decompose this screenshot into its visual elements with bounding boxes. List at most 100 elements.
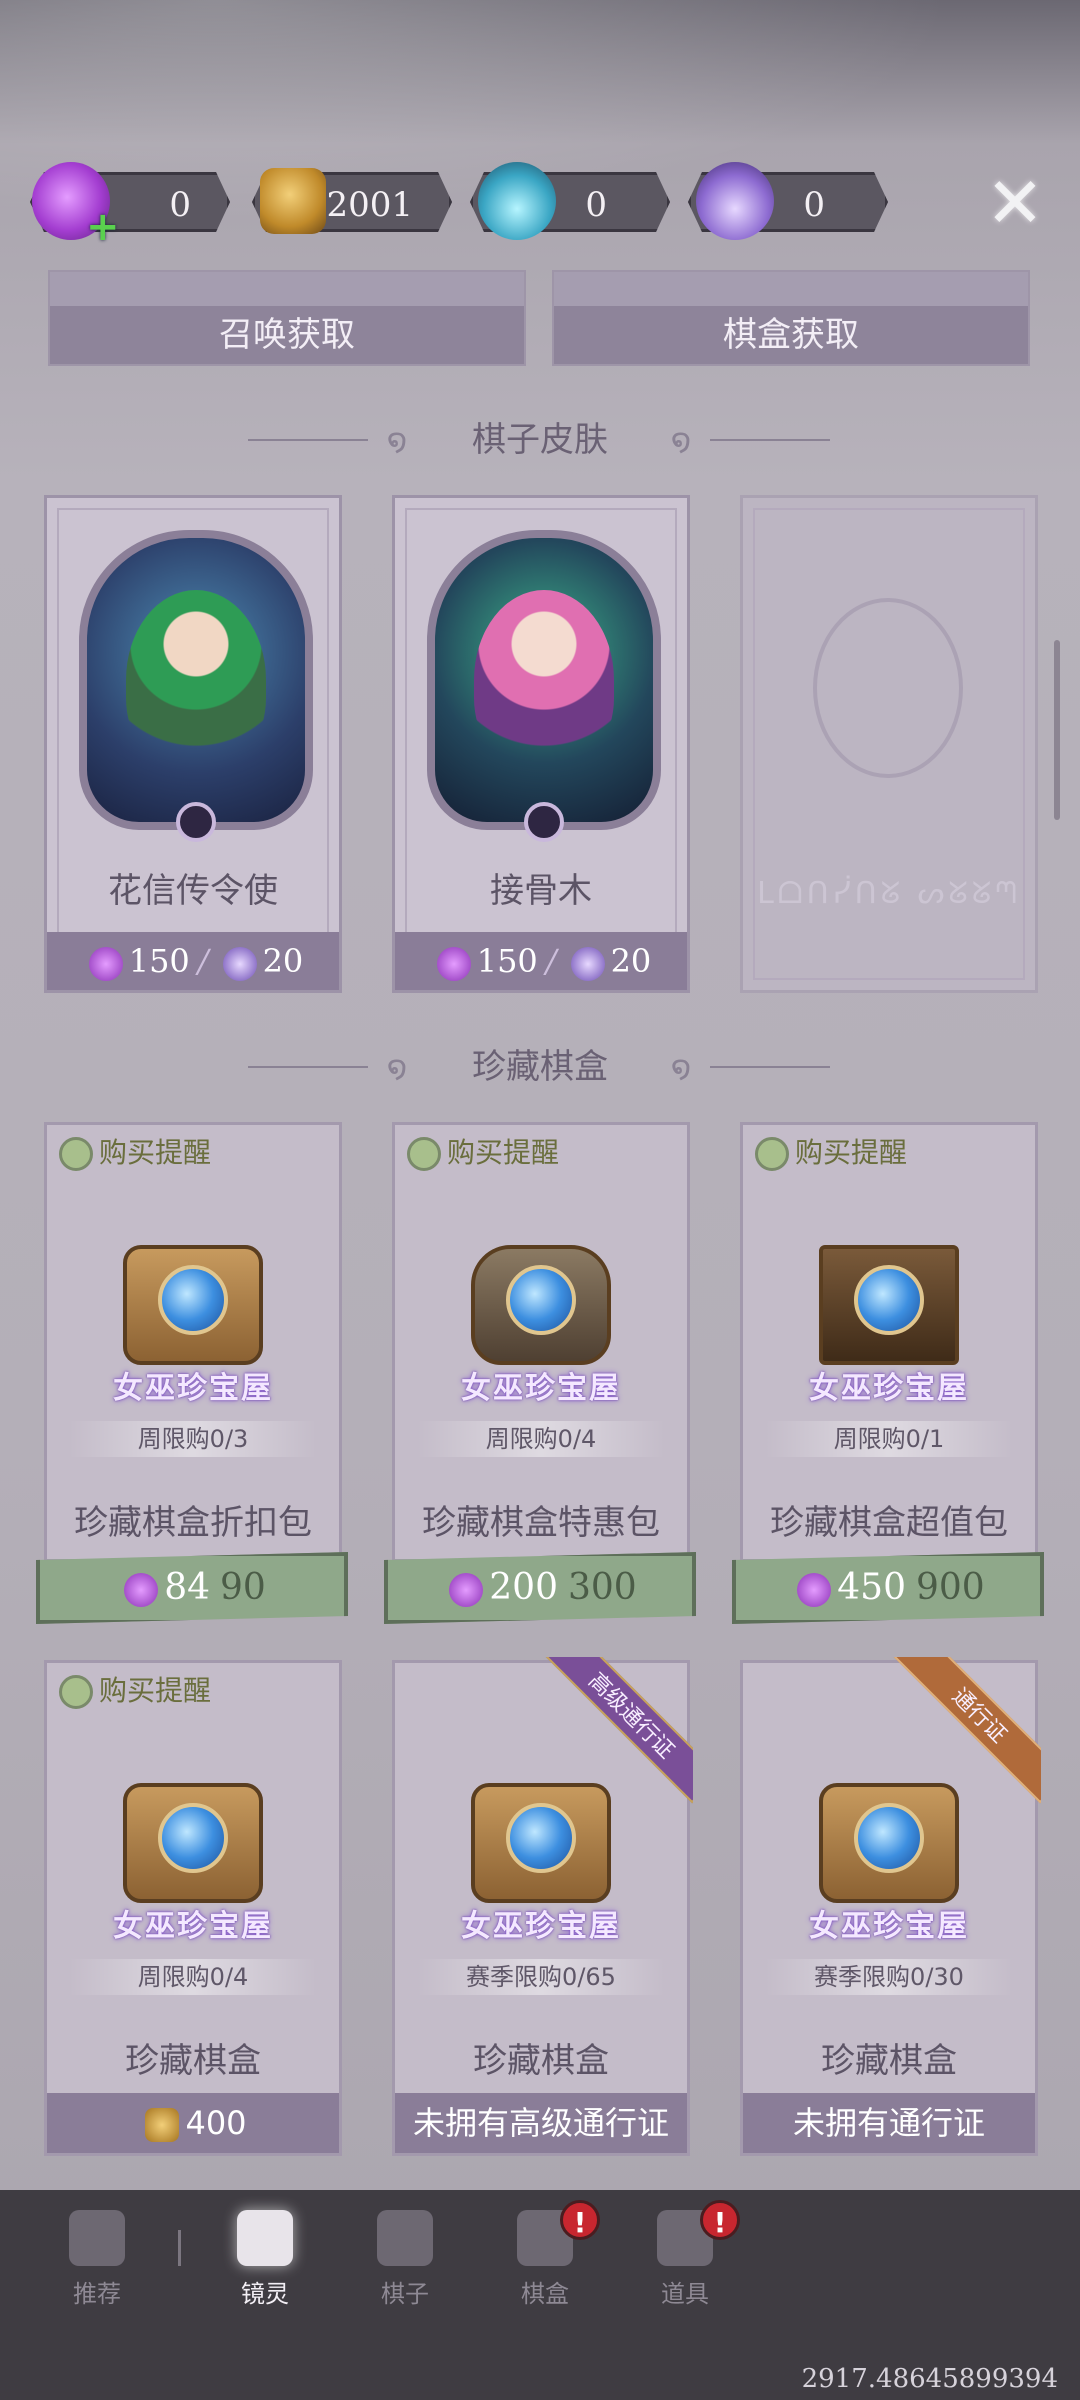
box-name: 珍藏棋盒特惠包	[422, 1503, 660, 1543]
checkbox-icon	[59, 1137, 93, 1171]
nav-label: 棋盒	[521, 2280, 569, 2308]
candy-icon	[449, 1573, 483, 1607]
character-illustration	[474, 590, 614, 770]
purchase-limit: 周限购0/4	[417, 1421, 665, 1457]
swirl-icon: ໑	[386, 1048, 408, 1086]
pass-required-button[interactable]: 未拥有高级通行证	[395, 2093, 687, 2153]
brand-logo: 女巫珍宝屋	[809, 1909, 969, 1944]
nav-props[interactable]: 道具 !	[630, 2200, 740, 2320]
currency-bar: 0 + 2001 0 0 ✕	[30, 162, 1050, 247]
box-card-value[interactable]: 购买提醒 女巫珍宝屋 周限购0/1 珍藏棋盒超值包	[740, 1122, 1038, 1562]
skin-name: 花信传令使	[108, 871, 278, 911]
box-card-pass[interactable]: 通行证 女巫珍宝屋 赛季限购0/30 珍藏棋盒 未拥有通行证	[740, 1657, 1041, 2156]
box-acquire-label: 棋盒获取	[723, 315, 859, 355]
section-title: 珍藏棋盒	[472, 1047, 608, 1087]
nav-recommend[interactable]: 推荐	[42, 2210, 152, 2320]
candy-icon	[436, 946, 471, 981]
skin-cost[interactable]: 150/ 20	[47, 932, 339, 990]
original-price: 900	[916, 1567, 985, 1608]
purchase-reminder-toggle[interactable]: 购买提醒	[59, 1133, 211, 1173]
nav-chess-piece[interactable]: 棋子	[350, 2210, 460, 2320]
section-header-boxes: ໑ 珍藏棋盒 ໑	[0, 1042, 1080, 1092]
locked-skin-placeholder: ᒪᗝᑎᓰᑎᘜ ᔕᘜᘜᘉ	[740, 495, 1038, 993]
reminder-label: 购买提醒	[795, 1136, 908, 1169]
pumpkin-value: 2001	[326, 185, 413, 225]
cost-separator: /	[545, 942, 557, 980]
box-card-premium-pass[interactable]: 高级通行证 女巫珍宝屋 赛季限购0/65 珍藏棋盒 未拥有高级通行证	[392, 1657, 693, 2156]
moon-icon	[176, 802, 216, 842]
box-name: 珍藏棋盒超值包	[770, 1503, 1008, 1543]
brand-logo: 女巫珍宝屋	[113, 1909, 273, 1944]
swirl-icon: ໑	[670, 1048, 692, 1086]
reminder-label: 购买提醒	[99, 1674, 212, 1707]
purchase-limit: 赛季限购0/65	[417, 1959, 665, 1995]
treasure-chest-icon	[809, 1225, 969, 1375]
box-card-special[interactable]: 购买提醒 女巫珍宝屋 周限购0/4 珍藏棋盒特惠包	[392, 1122, 690, 1562]
pass-required-button[interactable]: 未拥有通行证	[743, 2093, 1035, 2153]
brand-logo: 女巫珍宝屋	[809, 1371, 969, 1406]
skin-card[interactable]: 花信传令使 150/ 20	[44, 495, 342, 993]
brand-logo: 女巫珍宝屋	[461, 1371, 621, 1406]
chest-icon	[113, 1763, 273, 1913]
price-button[interactable]: 200 300	[384, 1552, 696, 1624]
summon-acquire-button[interactable]: 召唤获取	[48, 270, 526, 366]
purchase-reminder-toggle[interactable]: 购买提醒	[59, 1671, 211, 1711]
skin-card[interactable]: 接骨木 150/ 20	[392, 495, 690, 993]
purchase-limit: 赛季限购0/30	[765, 1959, 1013, 1995]
treasure-bag-icon	[461, 1225, 621, 1375]
reminder-label: 购买提醒	[447, 1136, 560, 1169]
purchase-reminder-toggle[interactable]: 购买提醒	[407, 1133, 559, 1173]
price-button[interactable]: 400	[47, 2093, 339, 2153]
box-card-discount[interactable]: 购买提醒 女巫珍宝屋 周限购0/3 珍藏棋盒折扣包	[44, 1122, 342, 1562]
candy-value: 0	[169, 185, 191, 225]
nav-label: 棋子	[381, 2280, 429, 2308]
chest-icon	[809, 1763, 969, 1913]
box-acquire-button[interactable]: 棋盒获取	[552, 270, 1030, 366]
chest-icon	[113, 1225, 273, 1375]
divider-line	[710, 1066, 830, 1068]
skin-name: 接骨木	[490, 871, 592, 911]
brand-logo: 女巫珍宝屋	[461, 1909, 621, 1944]
nav-label: 推荐	[73, 2280, 121, 2308]
box-card-pumpkin[interactable]: 购买提醒 女巫珍宝屋 周限购0/4 珍藏棋盒 400	[44, 1660, 342, 2156]
nav-mirror-spirit[interactable]: 镜灵	[210, 2210, 320, 2320]
candy-icon	[88, 946, 123, 981]
price: 400	[185, 2104, 247, 2142]
candy-icon	[124, 1573, 158, 1607]
pumpkin-coin-icon	[145, 2108, 180, 2142]
box-name: 珍藏棋盒	[125, 2041, 261, 2081]
bottom-nav: 推荐 镜灵 棋子 棋盒 ! 道具 ! 2917.48645899394	[0, 2190, 1080, 2400]
candy-cost: 150	[128, 942, 190, 980]
purchase-reminder-toggle[interactable]: 购买提醒	[755, 1133, 907, 1173]
purple-potion-icon	[222, 946, 257, 981]
box-name: 珍藏棋盒折扣包	[74, 1503, 312, 1543]
purchase-limit: 周限购0/3	[69, 1421, 317, 1457]
price: 450	[837, 1567, 906, 1608]
skin-cost[interactable]: 150/ 20	[395, 932, 687, 990]
swirl-icon: ໑	[386, 421, 408, 459]
checkbox-icon	[755, 1137, 789, 1171]
nav-label: 镜灵	[241, 2280, 289, 2308]
nav-chess-box[interactable]: 棋盒 !	[490, 2200, 600, 2320]
candy-icon	[797, 1573, 831, 1607]
close-icon[interactable]: ✕	[980, 168, 1050, 238]
box-name: 珍藏棋盒	[821, 2041, 957, 2081]
price: 84	[164, 1567, 210, 1608]
alert-badge: !	[700, 2200, 740, 2240]
clipped-text-row	[50, 272, 524, 306]
potion-cost: 20	[610, 942, 652, 980]
summon-acquire-label: 召唤获取	[219, 315, 355, 355]
checkbox-icon	[407, 1137, 441, 1171]
purple-potion-icon	[696, 162, 774, 240]
divider-line	[248, 1066, 368, 1068]
add-icon[interactable]: +	[86, 207, 120, 247]
price-button[interactable]: 84 90	[36, 1552, 348, 1624]
purple-potion-value: 0	[803, 185, 825, 225]
clipped-text-row	[554, 272, 1028, 306]
coordinate-readout: 2917.48645899394	[801, 2364, 1058, 2394]
price-button[interactable]: 450 900	[732, 1552, 1044, 1624]
purple-potion-icon	[570, 946, 605, 981]
divider-line	[248, 439, 368, 441]
scrollbar[interactable]	[1054, 640, 1060, 820]
checkbox-icon	[59, 1675, 93, 1709]
